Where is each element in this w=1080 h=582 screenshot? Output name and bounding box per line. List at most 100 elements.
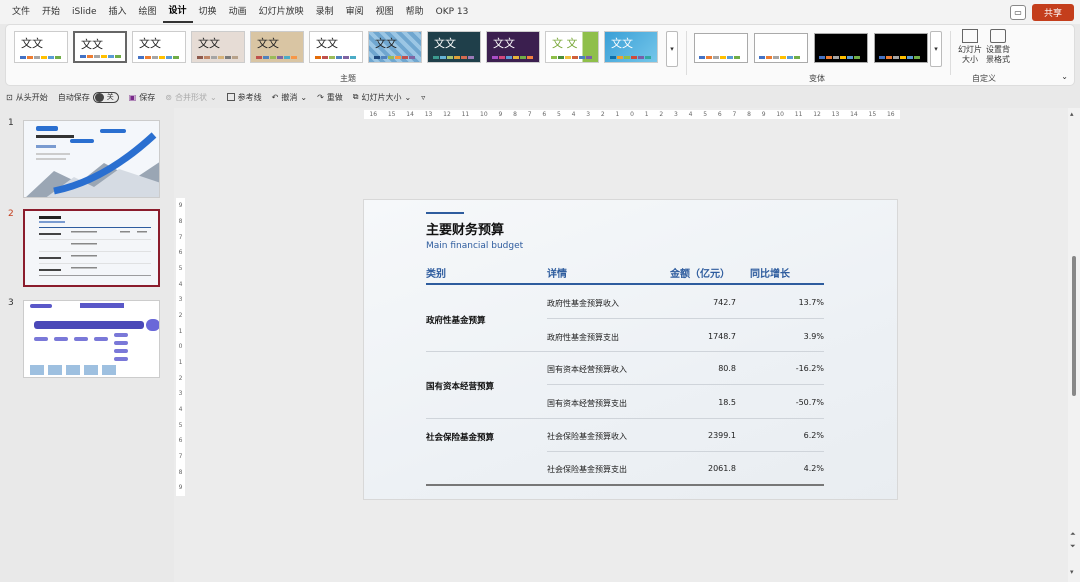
next-slide-icon[interactable]: ⏷ bbox=[1070, 542, 1076, 551]
menu-13[interactable]: OKP 13 bbox=[430, 0, 475, 24]
autosave-toggle[interactable]: 自动保存关 bbox=[58, 91, 119, 103]
amount-cell: 742.7 bbox=[713, 298, 736, 307]
variant-gallery bbox=[694, 33, 928, 63]
theme-office-selected[interactable]: 文文 bbox=[73, 31, 127, 63]
slide-thumbnail-3[interactable] bbox=[23, 300, 160, 378]
redo-icon: ↷ bbox=[317, 92, 324, 102]
vertical-scrollbar[interactable]: ▴ ⏶ ⏷ ▾ bbox=[1068, 108, 1080, 582]
variants-group-label: 变体 bbox=[809, 74, 825, 83]
ruler-tick: 10 bbox=[776, 111, 784, 118]
scroll-up-icon[interactable]: ▴ bbox=[1070, 110, 1074, 118]
from-start-button[interactable]: ⊡ 从头开始 bbox=[6, 92, 48, 103]
guides-checkbox[interactable]: 参考线 bbox=[226, 92, 262, 103]
ruler-tick: 6 bbox=[178, 437, 183, 445]
ruler-tick: 12 bbox=[443, 111, 451, 118]
menu-6[interactable]: 切换 bbox=[193, 0, 223, 24]
variant-1[interactable] bbox=[694, 33, 748, 63]
menu-9[interactable]: 录制 bbox=[310, 0, 340, 24]
chevron-down-icon: ▾ bbox=[670, 45, 674, 53]
redo-button[interactable]: ↷ 重做 bbox=[317, 92, 343, 103]
theme-11[interactable]: 文文 bbox=[604, 31, 658, 63]
custom-group-label: 自定义 bbox=[972, 74, 996, 83]
menu-11[interactable]: 视图 bbox=[370, 0, 400, 24]
slide-thumbnail-2[interactable] bbox=[23, 209, 160, 287]
previous-slide-icon[interactable]: ⏶ bbox=[1070, 530, 1076, 539]
presentation-icon: ⊡ bbox=[6, 92, 13, 102]
amount-cell: 18.5 bbox=[718, 398, 736, 407]
ruler-tick: 9 bbox=[178, 202, 183, 210]
undo-button[interactable]: ↶ 撤消 ⌄ bbox=[272, 92, 307, 103]
format-background-button[interactable]: 设置背景格式 bbox=[984, 29, 1012, 65]
slide-size-button[interactable]: 幻灯片大小 bbox=[956, 29, 984, 65]
menu-2[interactable]: iSlide bbox=[66, 0, 102, 24]
menu-7[interactable]: 动画 bbox=[223, 0, 253, 24]
scrollbar-thumb[interactable] bbox=[1072, 256, 1076, 396]
thumbnail-preview bbox=[25, 211, 158, 285]
save-button[interactable]: ▣ 保存 bbox=[129, 92, 156, 103]
theme-5[interactable]: 文文 bbox=[250, 31, 304, 63]
thumbnail-number: 3 bbox=[8, 298, 14, 308]
title-accent-line bbox=[426, 212, 464, 214]
theme-6[interactable]: 文文 bbox=[309, 31, 363, 63]
ruler-tick: 13 bbox=[831, 111, 840, 118]
ruler-tick: 5 bbox=[178, 421, 183, 429]
slide-subtitle[interactable]: Main financial budget bbox=[426, 241, 523, 251]
save-icon: ▣ bbox=[128, 92, 137, 102]
theme-7[interactable]: 文文 bbox=[368, 31, 422, 63]
format-background-icon bbox=[990, 29, 1006, 43]
theme-9[interactable]: 文文 bbox=[486, 31, 540, 63]
theme-3[interactable]: 文文 bbox=[132, 31, 186, 63]
menu-10[interactable]: 审阅 bbox=[340, 0, 370, 24]
ruler-tick: 7 bbox=[527, 111, 532, 118]
row-divider bbox=[547, 318, 824, 319]
ruler-tick: 1 bbox=[644, 111, 649, 118]
detail-cell: 国有资本经营预算支出 bbox=[547, 399, 627, 408]
menu-5[interactable]: 设计 bbox=[162, 1, 193, 23]
ruler-tick: 3 bbox=[178, 390, 183, 398]
ruler-tick: 4 bbox=[571, 111, 576, 118]
thumbnail-preview bbox=[24, 301, 159, 377]
menu-4[interactable]: 绘图 bbox=[133, 0, 163, 24]
ruler-tick: 0 bbox=[178, 343, 183, 351]
customize-toolbar-button[interactable]: ▿ bbox=[421, 93, 425, 102]
chevron-down-icon: ▿ bbox=[421, 92, 426, 102]
menu-0[interactable]: 文件 bbox=[6, 0, 36, 24]
theme-4[interactable]: 文文 bbox=[191, 31, 245, 63]
menu-12[interactable]: 帮助 bbox=[400, 0, 430, 24]
thumbnail-number: 1 bbox=[8, 118, 14, 128]
comment-button[interactable]: ▭ bbox=[1010, 5, 1026, 20]
variant-4[interactable] bbox=[874, 33, 928, 63]
slide-thumbnail-1[interactable] bbox=[23, 120, 160, 198]
amount-cell: 2061.8 bbox=[708, 464, 736, 473]
merge-shapes-button[interactable]: ⊚ 合并形状 ⌄ bbox=[165, 92, 216, 103]
slide-size-quick-button[interactable]: ⧉ 幻灯片大小 ⌄ bbox=[353, 92, 411, 103]
slide-size-icon: ⧉ bbox=[352, 92, 359, 101]
theme-8[interactable]: 文文 bbox=[427, 31, 481, 63]
share-button[interactable]: 共享 bbox=[1032, 4, 1074, 21]
theme-office[interactable]: 文文 bbox=[14, 31, 68, 63]
toggle-switch[interactable]: 关 bbox=[92, 91, 119, 103]
scroll-down-icon[interactable]: ▾ bbox=[1070, 568, 1074, 576]
variant-3[interactable] bbox=[814, 33, 868, 63]
chevron-down-icon: ⌄ bbox=[300, 92, 308, 102]
ruler-tick: 7 bbox=[732, 111, 737, 118]
collapse-ribbon-icon[interactable]: ⌄ bbox=[1061, 72, 1068, 81]
slide-main[interactable]: 主要财务预算 Main financial budget 类别 详情 金额（亿元… bbox=[363, 199, 898, 500]
ruler-tick: 7 bbox=[178, 233, 183, 241]
ruler-tick: 5 bbox=[556, 111, 561, 118]
menu-1[interactable]: 开始 bbox=[36, 0, 66, 24]
ruler-tick: 5 bbox=[703, 111, 708, 118]
menu-8[interactable]: 幻灯片放映 bbox=[253, 0, 310, 24]
variant-gallery-more-button[interactable]: ▾ bbox=[930, 31, 942, 67]
variant-2[interactable] bbox=[754, 33, 808, 63]
menu-3[interactable]: 插入 bbox=[103, 0, 133, 24]
theme-10[interactable]: 文 文 bbox=[545, 31, 599, 63]
undo-icon: ↶ bbox=[271, 92, 279, 102]
checkbox[interactable] bbox=[226, 93, 235, 101]
ruler-tick: 6 bbox=[542, 111, 547, 118]
slide-title[interactable]: 主要财务预算 bbox=[426, 219, 504, 238]
ruler-tick: 3 bbox=[673, 111, 678, 118]
ruler-tick: 12 bbox=[813, 111, 821, 118]
theme-gallery-more-button[interactable]: ▾ bbox=[666, 31, 678, 67]
amount-cell: 2399.1 bbox=[708, 431, 736, 440]
